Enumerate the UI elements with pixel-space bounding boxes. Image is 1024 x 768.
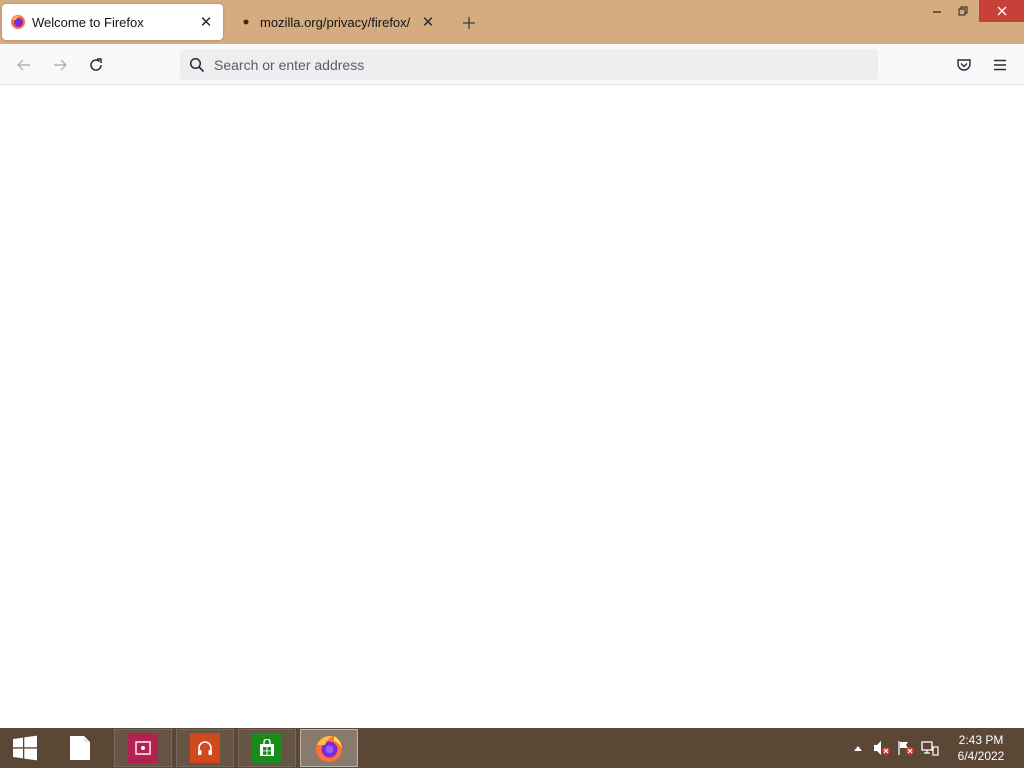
chevron-up-icon [854, 746, 862, 751]
minimize-button[interactable] [924, 0, 950, 22]
back-icon [17, 59, 30, 71]
plus-icon [463, 17, 475, 29]
tab-mozilla-privacy[interactable]: mozilla.org/privacy/firefox/ ✕ [230, 4, 445, 40]
network-tray-button[interactable] [919, 728, 941, 768]
taskbar-app-firefox[interactable] [300, 729, 358, 767]
taskbar-app-photos[interactable] [114, 729, 172, 767]
windows-icon [13, 735, 37, 761]
close-icon [997, 6, 1006, 16]
back-button[interactable] [11, 52, 37, 78]
forward-icon [54, 59, 67, 71]
tab-close-icon[interactable]: ✕ [417, 11, 439, 33]
taskbar-app-store[interactable] [238, 729, 296, 767]
file-explorer-button[interactable] [56, 728, 104, 768]
taskbar-app-music[interactable] [176, 729, 234, 767]
volume-muted-icon [874, 741, 890, 755]
file-icon [70, 736, 90, 760]
close-window-button[interactable] [979, 0, 1024, 22]
app-menu-button[interactable] [987, 52, 1013, 78]
pocket-button[interactable] [951, 52, 977, 78]
show-hidden-icons-button[interactable] [850, 728, 866, 768]
store-icon [252, 733, 282, 763]
firefox-icon [10, 14, 26, 30]
clock-time: 2:43 PM [958, 733, 1004, 747]
restore-button[interactable] [950, 0, 976, 22]
reload-icon [90, 58, 102, 71]
tab-bar: Welcome to Firefox ✕ mozilla.org/privacy… [0, 0, 1024, 44]
photo-icon [128, 733, 158, 763]
headphones-icon [190, 733, 220, 763]
action-center-tray-button[interactable] [895, 728, 917, 768]
minimize-icon [933, 11, 941, 13]
menu-icon [994, 59, 1006, 71]
address-bar[interactable] [180, 49, 878, 80]
page-content[interactable] [0, 85, 1024, 728]
volume-tray-button[interactable] [871, 728, 893, 768]
clock-date: 6/4/2022 [957, 749, 1005, 763]
navigation-toolbar [0, 44, 1024, 85]
firefox-icon [316, 735, 342, 762]
search-icon [188, 56, 206, 74]
tab-title: mozilla.org/privacy/firefox/ [260, 14, 411, 30]
pocket-icon [957, 59, 971, 71]
dot-icon [238, 14, 254, 30]
address-input[interactable] [214, 56, 834, 73]
tab-close-icon[interactable]: ✕ [195, 11, 217, 33]
start-button[interactable] [0, 728, 50, 768]
system-clock[interactable]: 2:43 PM 6/4/2022 [946, 732, 1016, 766]
taskbar: 2:43 PM 6/4/2022 [0, 728, 1024, 768]
tab-title: Welcome to Firefox [32, 14, 144, 30]
new-tab-button[interactable] [457, 11, 481, 35]
tab-welcome-to-firefox[interactable]: Welcome to Firefox ✕ [2, 4, 223, 40]
network-icon [921, 741, 939, 756]
flag-alert-icon [898, 741, 914, 755]
reload-button[interactable] [83, 52, 109, 78]
forward-button[interactable] [47, 52, 73, 78]
restore-icon [958, 6, 968, 16]
